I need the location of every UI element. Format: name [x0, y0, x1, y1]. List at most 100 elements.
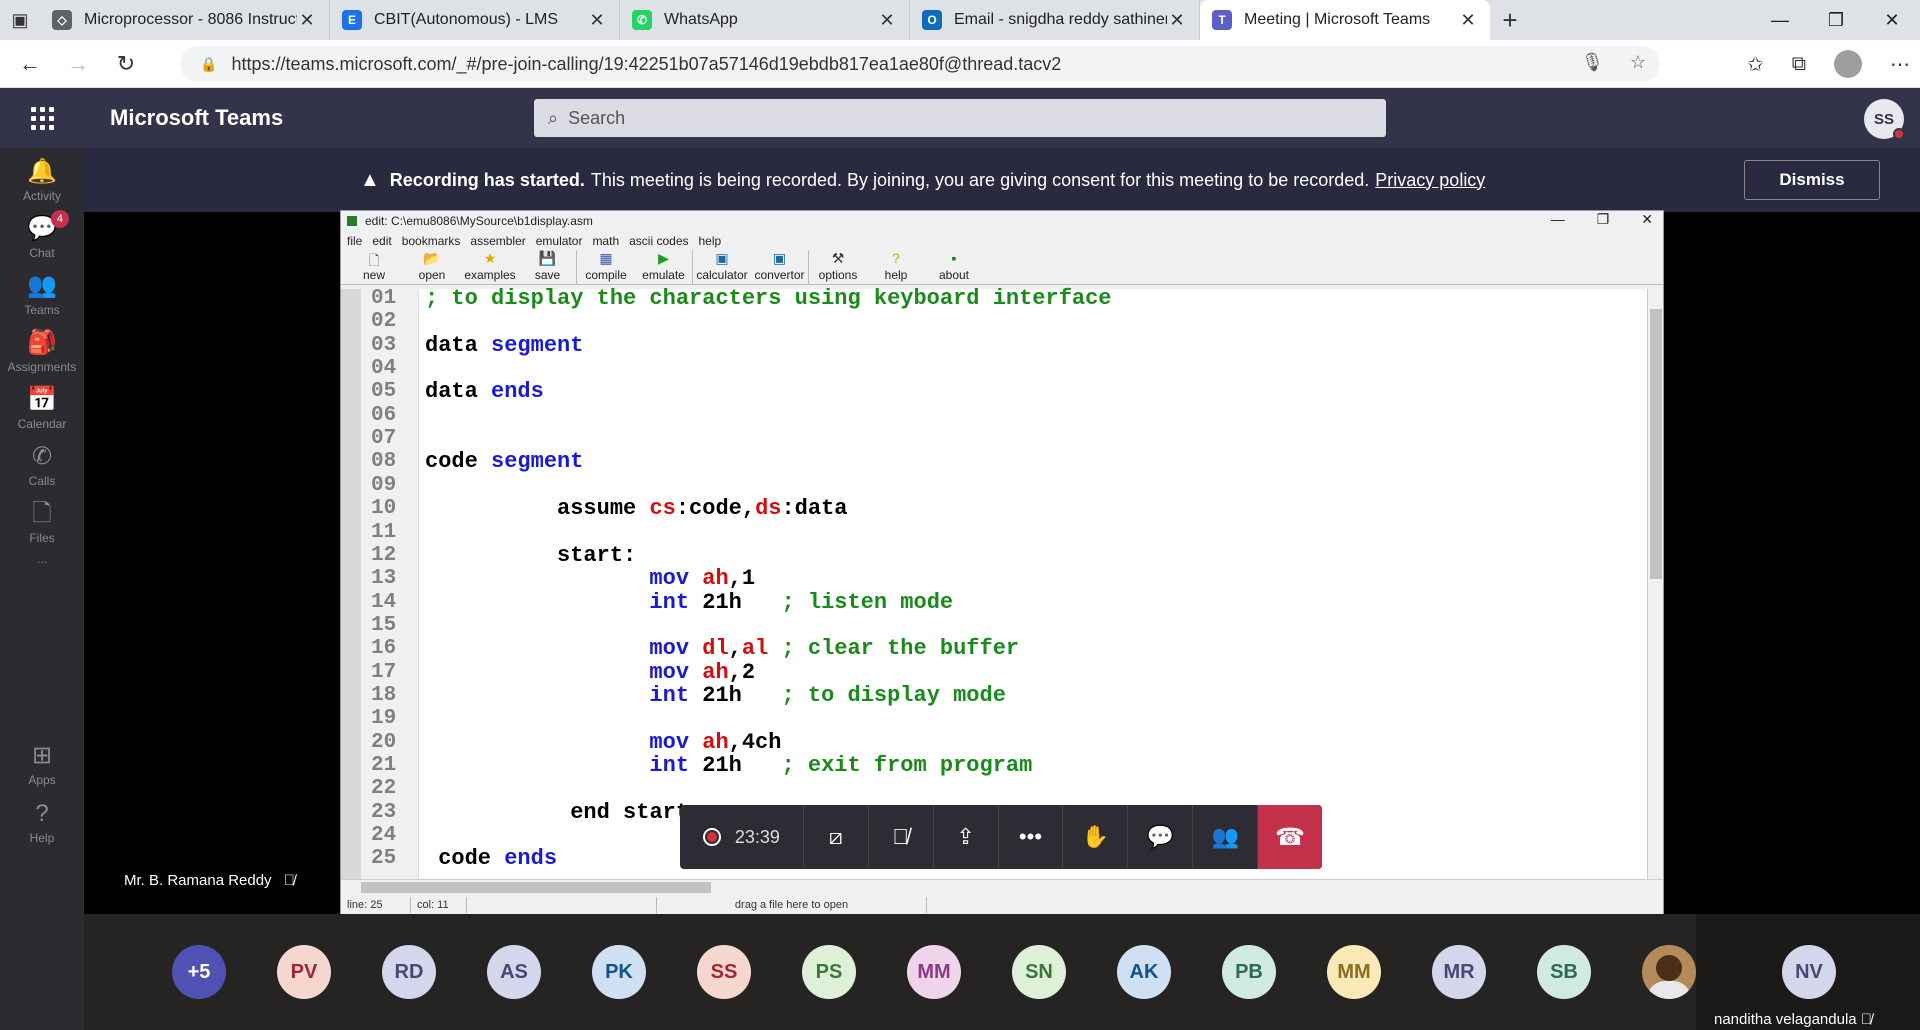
rail-item-help[interactable]: ? Help	[0, 790, 84, 856]
bell-icon: 🔔	[27, 158, 57, 185]
share-screen-icon[interactable]: ⇪	[934, 805, 999, 869]
participant-avatar[interactable]: PS	[802, 945, 856, 999]
participant-avatar[interactable]: MM	[1327, 945, 1381, 999]
participant-avatar[interactable]: SS	[697, 945, 751, 999]
browser-tab[interactable]: ◇ Microprocessor - 8086 Instructio ✕	[40, 0, 330, 40]
settings-more-icon[interactable]: ⋯	[1890, 52, 1910, 77]
code-token: dl	[702, 636, 729, 662]
participant-initials: SN	[1025, 960, 1053, 983]
self-avatar: NV	[1782, 945, 1836, 999]
participant-avatar[interactable]: +5	[172, 945, 226, 999]
camera-off-icon[interactable]: ⧄	[804, 805, 869, 869]
line-number: 24	[371, 824, 397, 848]
apps-icon: ⊞	[31, 742, 53, 769]
rail-item-label: Activity	[22, 189, 61, 203]
collections-icon[interactable]: ⧉	[1792, 53, 1806, 76]
line-number: 23	[371, 800, 397, 824]
rail-item-[interactable]: ...	[0, 524, 84, 590]
calculator-icon: ▣	[715, 250, 729, 266]
raise-hand-icon[interactable]: ✋	[1063, 805, 1129, 869]
code-line: mov ah,4ch	[425, 730, 781, 755]
participants-icon[interactable]: 👥	[1193, 805, 1259, 869]
phone-icon: ✆	[31, 443, 53, 470]
participant-avatar[interactable]: PV	[277, 945, 331, 999]
close-window-icon[interactable]: ✕	[1864, 0, 1920, 40]
code-token: int	[425, 753, 703, 778]
participant-initials: PB	[1235, 960, 1263, 983]
tab-favicon-icon: E	[342, 10, 362, 30]
screen: ▣ ◇ Microprocessor - 8086 Instructio ✕ E CBI…	[0, 0, 1920, 1030]
browser-tab[interactable]: T Meeting | Microsoft Teams ✕	[1200, 0, 1490, 40]
favorites-icon[interactable]: ✩	[1747, 52, 1764, 77]
code-token: int	[425, 682, 703, 708]
browser-tab[interactable]: E CBIT(Autonomous) - LMS ✕	[330, 0, 620, 40]
mic-off-icon[interactable]: 🎙̸	[869, 805, 934, 869]
rail-item-apps[interactable]: ⊞ Apps	[0, 732, 84, 798]
user-avatar[interactable]: SS	[1864, 99, 1905, 140]
emu-restore-icon: ❐	[1596, 211, 1610, 227]
code-token: ends	[491, 379, 544, 405]
emu-tool-label: help	[884, 268, 908, 282]
rail-item-label: ...	[36, 552, 47, 566]
line-number: 21	[371, 754, 397, 777]
participant-avatar[interactable]: PB	[1222, 945, 1276, 999]
line-number: 05	[371, 380, 397, 404]
participant-avatar[interactable]: SN	[1012, 945, 1066, 999]
participant-avatar[interactable]: AS	[487, 945, 541, 999]
meeting-chat-icon[interactable]: 💬	[1128, 805, 1194, 869]
participant-initials: SB	[1550, 960, 1578, 983]
participant-photo-avatar[interactable]	[1642, 945, 1696, 999]
tab-title: WhatsApp	[664, 11, 738, 28]
emu-tool-label: open	[418, 268, 446, 282]
browser-tab[interactable]: O Email - snigdha reddy sathineni ✕	[910, 0, 1200, 40]
new-tab-button[interactable]: +	[1490, 0, 1530, 40]
more-actions-icon[interactable]: •••	[999, 805, 1064, 869]
lock-icon: 🔒	[200, 55, 218, 72]
hang-up-button[interactable]: ☎	[1258, 805, 1323, 869]
participant-initials: AK	[1129, 960, 1159, 983]
compile-icon: ▦	[599, 250, 613, 266]
emu-tool-label: convertor	[754, 268, 805, 282]
emu-tool-calculator: ▣ calculator	[693, 250, 751, 284]
tab-close-icon[interactable]: ✕	[877, 10, 897, 31]
participant-avatar[interactable]: MR	[1432, 945, 1486, 999]
self-video-tile: NV nanditha velagandula 🎙̸	[1696, 914, 1920, 1030]
window-controls: — ❐ ✕	[1752, 0, 1920, 40]
code-line: int 21h ; exit from program	[425, 754, 1032, 778]
url-field[interactable]: 🔒 https://teams.microsoft.com/_#/pre-joi…	[180, 46, 1660, 82]
forward-icon[interactable]: →	[54, 40, 102, 88]
refresh-icon[interactable]: ↻	[102, 40, 150, 88]
status-hint: drag a file here to open	[657, 897, 927, 913]
minimize-icon[interactable]: —	[1752, 0, 1808, 40]
line-number: 04	[371, 357, 397, 381]
tab-close-icon[interactable]: ✕	[1458, 10, 1478, 31]
dismiss-button[interactable]: Dismiss	[1744, 160, 1880, 200]
profile-avatar[interactable]	[1834, 50, 1862, 78]
tab-close-icon[interactable]: ✕	[1167, 10, 1187, 31]
microphone-icon[interactable]: 🎙	[1581, 52, 1604, 73]
privacy-policy-link[interactable]: Privacy policy	[1375, 170, 1485, 191]
emu-tool-emulate: ▶ emulate	[635, 250, 693, 284]
participant-avatar[interactable]: SB	[1537, 945, 1591, 999]
browser-tab[interactable]: ✆ WhatsApp ✕	[620, 0, 910, 40]
line-number: 25	[371, 847, 397, 871]
participant-avatar[interactable]: PK	[592, 945, 646, 999]
participant-avatar[interactable]: AK	[1117, 945, 1171, 999]
rail-item-label: Assignments	[7, 360, 77, 374]
emu-tool-label: save	[534, 268, 561, 282]
meeting-controls: 23:39 ⧄ 🎙̸ ⇪ ••• ✋ 💬 👥 ☎	[680, 805, 1323, 869]
line-number: 18	[371, 683, 397, 707]
app-launcher-icon[interactable]	[0, 88, 84, 148]
participant-avatar[interactable]: MM	[907, 945, 961, 999]
tab-actions-icon[interactable]: ▣	[0, 0, 40, 40]
emu-tool-label: compile	[585, 268, 627, 282]
back-icon[interactable]: ←	[6, 40, 54, 88]
tab-close-icon[interactable]: ✕	[587, 10, 607, 31]
restore-icon[interactable]: ❐	[1808, 0, 1864, 40]
tab-close-icon[interactable]: ✕	[297, 10, 317, 31]
code-line: ; to display the characters using keyboa…	[425, 287, 1112, 311]
emu-menu-item: edit	[372, 234, 392, 248]
add-favorite-icon[interactable]: ☆	[1630, 52, 1646, 73]
search-input[interactable]: ⌕ Search	[534, 99, 1386, 137]
participant-avatar[interactable]: RD	[382, 945, 436, 999]
